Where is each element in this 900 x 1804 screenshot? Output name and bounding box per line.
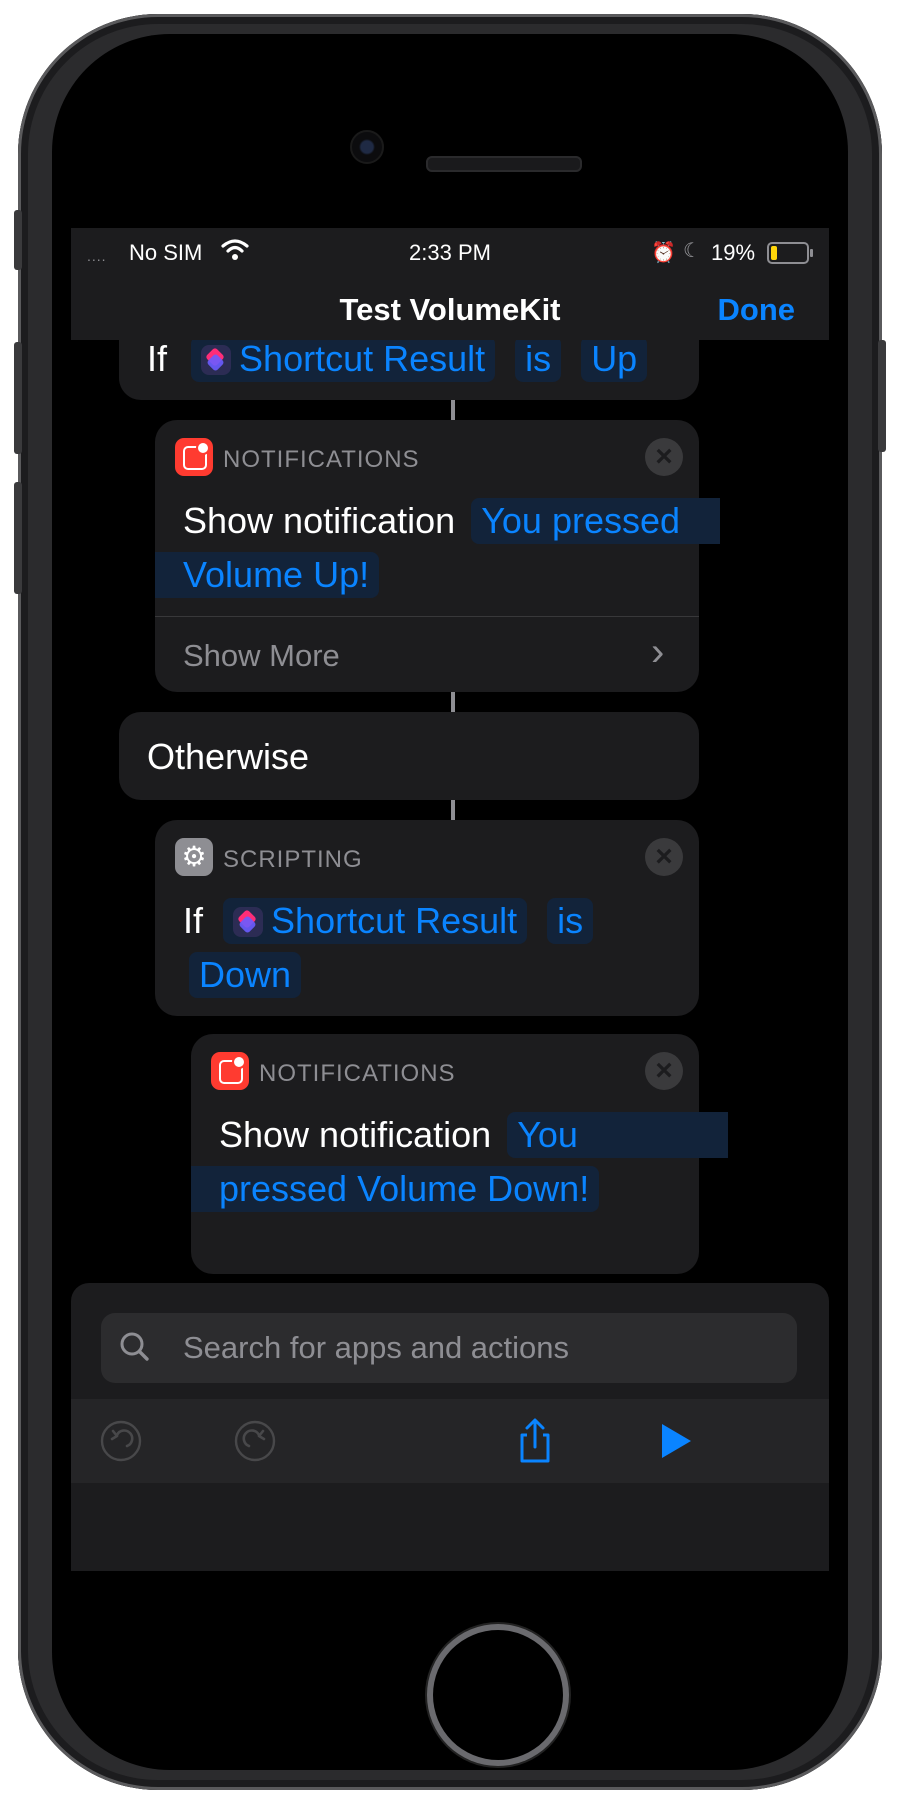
operator-token[interactable]: is — [547, 898, 594, 944]
action-category: NOTIFICATIONS — [259, 1060, 456, 1087]
done-button[interactable]: Done — [718, 292, 796, 328]
share-icon[interactable] — [511, 1417, 559, 1465]
operator-token[interactable]: is — [515, 340, 562, 382]
message-token-continued[interactable]: pressed Volume Down! — [191, 1166, 600, 1212]
action-category: NOTIFICATIONS — [223, 446, 420, 473]
show-more-button[interactable]: Show More — [183, 638, 340, 674]
notification-icon — [175, 438, 213, 476]
shortcut-editor[interactable]: If Shortcut Result is Up NOTIFICATIONS ×… — [71, 340, 829, 1571]
value-token[interactable]: Down — [189, 952, 302, 998]
earpiece-speaker — [426, 156, 582, 172]
close-icon[interactable]: × — [645, 438, 683, 476]
action-verb: Show notification — [219, 1114, 492, 1155]
message-token[interactable]: You — [507, 1112, 728, 1158]
alarm-icon: ⏰ — [651, 242, 676, 264]
page-title: Test VolumeKit — [339, 292, 561, 327]
shortcuts-icon — [233, 907, 264, 937]
notification-action-card-2[interactable]: NOTIFICATIONS × Show notification You pr… — [191, 1034, 728, 1274]
chevron-right-icon: › — [651, 630, 665, 674]
otherwise-block[interactable]: Otherwise — [119, 712, 699, 800]
battery-icon — [767, 242, 813, 264]
mute-switch — [14, 210, 22, 270]
if-action-card-2[interactable]: ⚙ SCRIPTING × If Shortcut Result is Down — [155, 820, 699, 1016]
moon-icon: ☾ — [683, 240, 701, 262]
power-button — [878, 340, 886, 452]
if-action-card[interactable]: If Shortcut Result is Up — [119, 340, 699, 400]
front-camera — [350, 130, 384, 164]
variable-token[interactable]: Shortcut Result — [223, 898, 528, 944]
search-field[interactable]: Search for apps and actions — [101, 1313, 797, 1383]
close-icon[interactable]: × — [645, 838, 683, 876]
action-search-panel: Search for apps and actions — [71, 1283, 829, 1571]
connector-line — [451, 692, 455, 712]
search-input[interactable]: Search for apps and actions — [183, 1330, 569, 1366]
notification-icon — [211, 1052, 249, 1090]
variable-token[interactable]: Shortcut Result — [191, 340, 496, 382]
value-token[interactable]: Up — [581, 340, 648, 382]
volume-up-button — [14, 342, 22, 454]
message-token-continued[interactable]: Volume Up! — [155, 552, 380, 598]
shortcuts-icon — [201, 345, 232, 375]
navigation-bar: Test VolumeKit Done — [71, 276, 829, 340]
if-keyword: If — [147, 340, 168, 379]
editor-toolbar — [71, 1399, 829, 1483]
close-icon[interactable]: × — [645, 1052, 683, 1090]
connector-line — [451, 800, 455, 820]
otherwise-label: Otherwise — [147, 736, 310, 777]
volume-down-button — [14, 482, 22, 594]
action-verb: Show notification — [183, 500, 456, 541]
connector-line — [451, 400, 455, 420]
redo-icon[interactable] — [231, 1417, 279, 1465]
home-button[interactable] — [433, 1630, 563, 1760]
gear-icon: ⚙ — [175, 838, 213, 876]
battery-percent: 19% — [711, 240, 756, 265]
message-token[interactable]: You pressed — [471, 498, 721, 544]
status-bar: .... No SIM 2:33 PM ⏰ ☾ 19% — [71, 228, 829, 276]
action-category: SCRIPTING — [223, 846, 363, 873]
divider — [155, 616, 699, 617]
battery-fill — [771, 246, 777, 260]
notification-action-card[interactable]: NOTIFICATIONS × Show notification You pr… — [155, 420, 721, 692]
screen: .... No SIM 2:33 PM ⏰ ☾ 19% Test VolumeK… — [71, 228, 829, 1571]
if-keyword: If — [183, 900, 204, 941]
undo-icon[interactable] — [97, 1417, 145, 1465]
search-icon — [120, 1332, 149, 1361]
play-icon[interactable] — [651, 1417, 699, 1465]
